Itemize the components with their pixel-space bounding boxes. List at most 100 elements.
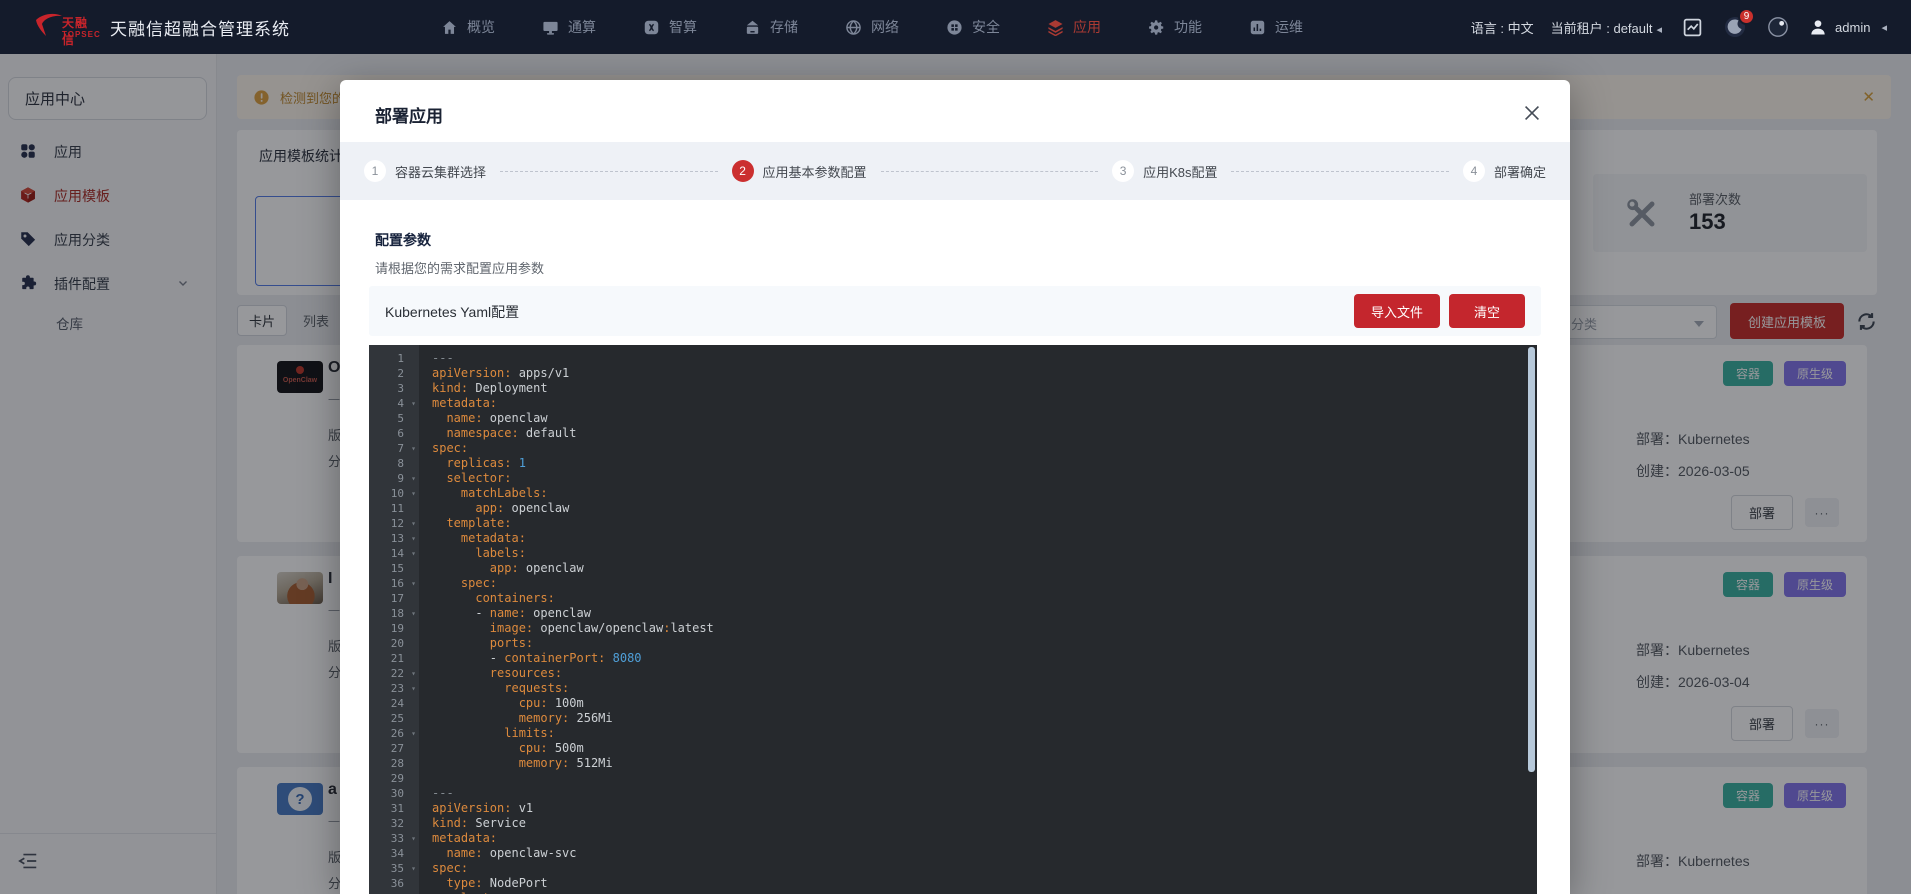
fold-arrow-icon[interactable]: ▾ [411, 831, 416, 846]
editor-line: 32kind: Service [369, 816, 1537, 831]
nav-item-运维[interactable]: 运维 [1249, 17, 1303, 37]
code-text: --- [419, 351, 454, 366]
editor-line: 13▾ metadata: [369, 531, 1537, 546]
theme-button[interactable] [1765, 14, 1791, 40]
fold-arrow-icon[interactable]: ▾ [411, 396, 416, 411]
tenant-selector[interactable]: 当前租户 : default◂ [1551, 18, 1662, 37]
language-selector[interactable]: 语言 : 中文 [1471, 18, 1534, 37]
fold-arrow-icon[interactable]: ▾ [411, 441, 416, 456]
editor-line: 27 cpu: 500m [369, 741, 1537, 756]
line-number: 31 [369, 801, 419, 816]
fold-arrow-icon[interactable]: ▾ [411, 516, 416, 531]
user-menu[interactable]: admin ◂ [1808, 17, 1887, 37]
line-number: 27 [369, 741, 419, 756]
wizard-stepper: 1容器云集群选择 2应用基本参数配置 3应用K8s配置 4部署确定 [340, 142, 1570, 200]
nav-item-label: 网络 [871, 17, 899, 37]
line-number: 16▾ [369, 576, 419, 591]
notification-bell-button[interactable]: 9 [1722, 14, 1748, 40]
editor-line: 21 - containerPort: 8080 [369, 651, 1537, 666]
nav-item-功能[interactable]: 功能 [1148, 17, 1202, 37]
editor-line: 35▾spec: [369, 861, 1537, 876]
line-number: 7▾ [369, 441, 419, 456]
editor-line: 3kind: Deployment [369, 381, 1537, 396]
code-text: resources: [419, 666, 562, 681]
import-file-button[interactable]: 导入文件 [1354, 294, 1440, 328]
nav-item-label: 通算 [568, 17, 596, 37]
editor-line: 33▾metadata: [369, 831, 1537, 846]
editor-line: 16▾ spec: [369, 576, 1537, 591]
code-text: - name: openclaw [419, 606, 591, 621]
fold-arrow-icon[interactable]: ▾ [411, 546, 416, 561]
line-number: 35▾ [369, 861, 419, 876]
clear-button[interactable]: 清空 [1449, 294, 1525, 328]
line-number: 8 [369, 456, 419, 471]
code-text: kind: Service [419, 816, 526, 831]
line-number: 11 [369, 501, 419, 516]
fold-arrow-icon[interactable]: ▾ [411, 861, 416, 876]
editor-scrollbar[interactable] [1528, 347, 1535, 772]
nav-item-智算[interactable]: 智算 [643, 17, 697, 37]
code-text: memory: 256Mi [419, 711, 613, 726]
step-number: 1 [364, 160, 386, 182]
home-icon [441, 19, 458, 36]
app-root: 天融信 TOPSEC 天融信超融合管理系统 概览通算智算存储网络安全应用功能运维… [0, 0, 1911, 894]
nav-item-网络[interactable]: 网络 [845, 17, 899, 37]
editor-line: 9▾ selector: [369, 471, 1537, 486]
code-text: type: NodePort [419, 876, 548, 891]
line-number: 22▾ [369, 666, 419, 681]
app-title: 天融信超融合管理系统 [110, 15, 290, 40]
fold-arrow-icon[interactable]: ▾ [411, 606, 416, 621]
ops-icon [1249, 19, 1266, 36]
nav-item-label: 运维 [1275, 17, 1303, 37]
fold-arrow-icon[interactable]: ▾ [411, 486, 416, 501]
wizard-step-4[interactable]: 4部署确定 [1463, 160, 1546, 182]
line-number: 20 [369, 636, 419, 651]
nav-item-安全[interactable]: 安全 [946, 17, 1000, 37]
code-text [419, 771, 432, 786]
editor-line: 28 memory: 512Mi [369, 756, 1537, 771]
wizard-step-2[interactable]: 2应用基本参数配置 [732, 160, 867, 182]
code-text: ports: [419, 636, 533, 651]
line-number: 9▾ [369, 471, 419, 486]
line-number: 13▾ [369, 531, 419, 546]
line-number: 18▾ [369, 606, 419, 621]
yaml-editor[interactable]: 1---2apiVersion: apps/v13kind: Deploymen… [369, 345, 1537, 894]
step-label: 应用基本参数配置 [763, 162, 867, 181]
fold-arrow-icon[interactable]: ▾ [411, 681, 416, 696]
fold-arrow-icon[interactable]: ▾ [411, 471, 416, 486]
nav-item-通算[interactable]: 通算 [542, 17, 596, 37]
fold-arrow-icon[interactable]: ▾ [411, 531, 416, 546]
line-number: 3 [369, 381, 419, 396]
modal-close-icon[interactable] [1521, 102, 1543, 124]
nav-item-概览[interactable]: 概览 [441, 17, 495, 37]
line-number: 25 [369, 711, 419, 726]
code-text: name: openclaw [419, 411, 548, 426]
editor-line: 11 app: openclaw [369, 501, 1537, 516]
monitor-chart-button[interactable] [1679, 14, 1705, 40]
wizard-step-1[interactable]: 1容器云集群选择 [364, 160, 486, 182]
fold-arrow-icon[interactable]: ▾ [411, 576, 416, 591]
wizard-step-3[interactable]: 3应用K8s配置 [1112, 160, 1217, 182]
editor-line: 17 containers: [369, 591, 1537, 606]
notification-badge: 9 [1738, 8, 1755, 25]
editor-line: 24 cpu: 100m [369, 696, 1537, 711]
fold-arrow-icon[interactable]: ▾ [411, 726, 416, 741]
editor-line: 26▾ limits: [369, 726, 1537, 741]
navbar-right: 语言 : 中文 当前租户 : default◂ 9 admin ◂ [1471, 0, 1887, 54]
nav-item-label: 智算 [669, 17, 697, 37]
editor-line: 23▾ requests: [369, 681, 1537, 696]
line-number: 34 [369, 846, 419, 861]
chip-icon [643, 19, 660, 36]
fold-arrow-icon[interactable]: ▾ [411, 666, 416, 681]
nav-item-存储[interactable]: 存储 [744, 17, 798, 37]
editor-line: 25 memory: 256Mi [369, 711, 1537, 726]
step-label: 部署确定 [1494, 162, 1546, 181]
step-number: 3 [1112, 160, 1134, 182]
nav-menu: 概览 通算 智算 存储 网络 安全 应用 功能 运维 [441, 0, 1303, 54]
code-text: requests: [419, 681, 569, 696]
nav-item-label: 概览 [467, 17, 495, 37]
line-number: 19 [369, 621, 419, 636]
nav-item-应用[interactable]: 应用 [1047, 17, 1101, 37]
editor-line: 22▾ resources: [369, 666, 1537, 681]
top-navbar: 天融信 TOPSEC 天融信超融合管理系统 概览通算智算存储网络安全应用功能运维… [0, 0, 1911, 54]
